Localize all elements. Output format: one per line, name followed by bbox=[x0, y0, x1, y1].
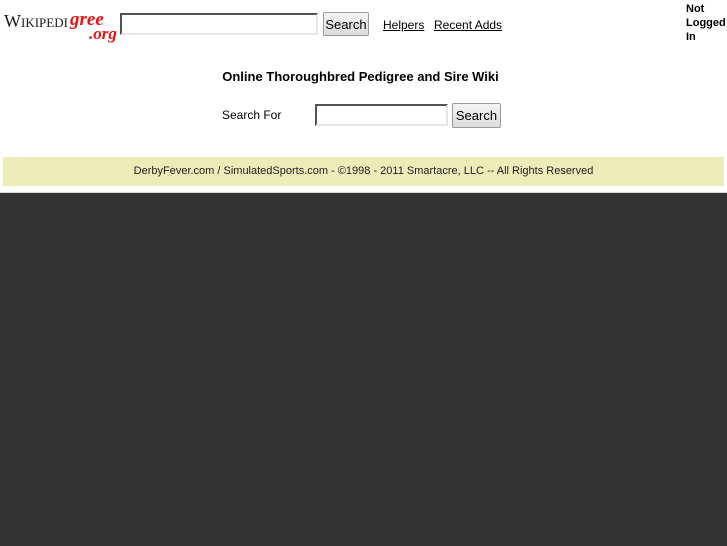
nav-link-recent-adds[interactable]: Recent Adds bbox=[434, 18, 502, 32]
login-status[interactable]: Not Logged In bbox=[686, 2, 726, 44]
header-search-button[interactable]: Search bbox=[323, 12, 369, 36]
footer-band: DerbyFever.com / SimulatedSports.com - ©… bbox=[3, 157, 724, 186]
main-search-input[interactable] bbox=[315, 104, 448, 126]
footer-copyright-text: DerbyFever.com / SimulatedSports.com - ©… bbox=[133, 165, 594, 177]
site-header: Wikipedi gree .org Search Helpers Recent… bbox=[0, 0, 727, 48]
logo-text-org: .org bbox=[89, 24, 117, 43]
main-search-button[interactable]: Search bbox=[452, 103, 501, 128]
page-title: Online Thoroughbred Pedigree and Sire Wi… bbox=[222, 69, 499, 84]
search-form: Search For Search bbox=[0, 100, 727, 140]
header-search-input[interactable] bbox=[120, 13, 318, 35]
nav-link-helpers[interactable]: Helpers bbox=[383, 18, 424, 32]
search-for-label: Search For bbox=[222, 108, 282, 122]
page-dark-background bbox=[0, 192, 727, 546]
logo-text-wikipedi: Wikipedi bbox=[4, 11, 68, 31]
main-content: Online Thoroughbred Pedigree and Sire Wi… bbox=[0, 48, 727, 157]
site-logo[interactable]: Wikipedi gree .org bbox=[4, 6, 117, 44]
